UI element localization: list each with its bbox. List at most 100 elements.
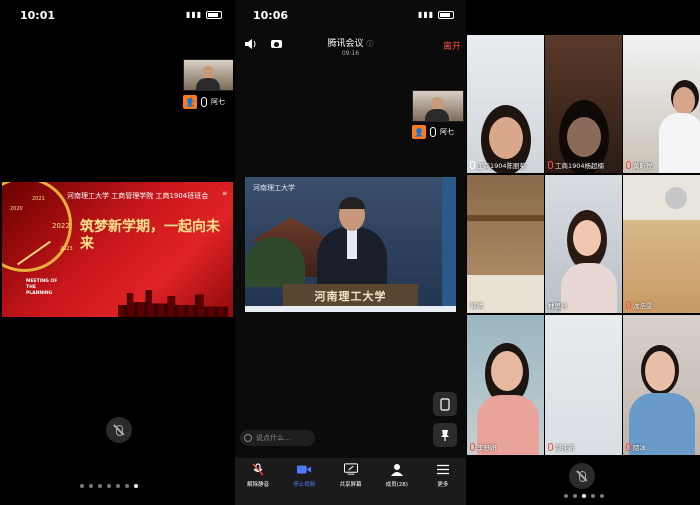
participant-tile[interactable]: 工商1904杨超楠 xyxy=(545,35,622,173)
participant-label: 郭晴 xyxy=(470,302,483,310)
skyline-graphic xyxy=(118,290,228,317)
participant-label: 工商1904杨超楠 xyxy=(548,160,604,170)
slide-menu-icon: ≡ xyxy=(221,190,227,197)
page-dot xyxy=(573,494,577,498)
participant-tile[interactable]: 工商1904陈丽菊 xyxy=(467,35,544,173)
page-dot-active xyxy=(582,494,586,498)
battery-icon xyxy=(205,10,222,19)
mic-icon xyxy=(201,97,207,107)
participant-tile[interactable]: 邵佳新 xyxy=(545,315,622,455)
meeting-toolbar: 解除静音 停止视频 共享屏幕 成员(28) 更多 xyxy=(235,458,466,505)
mic-off-icon xyxy=(626,301,631,309)
mic-off-button[interactable] xyxy=(106,417,132,443)
chat-input[interactable]: 说点什么... xyxy=(240,430,315,446)
slide-title: 筑梦新学期，一起向未来 xyxy=(80,219,220,252)
self-name: 阿七 xyxy=(440,128,454,136)
windows-taskbar xyxy=(245,306,456,312)
shared-video: 河南理工大学 河南理工大学 xyxy=(245,177,456,312)
self-nameplate: 👤 阿七 xyxy=(183,94,225,110)
participant-label: 工商1904陈丽菊 xyxy=(470,160,526,170)
page-indicator xyxy=(564,494,604,498)
slide-year: 2020 xyxy=(10,206,23,212)
page-dot-active xyxy=(134,484,138,488)
rotate-screen-button[interactable] xyxy=(433,392,457,416)
self-video-thumbnail[interactable] xyxy=(412,90,464,122)
page-dot xyxy=(89,484,93,488)
status-time: 10:06 xyxy=(253,9,289,22)
slide-year: 2021 xyxy=(32,196,45,202)
page-dot xyxy=(107,484,111,488)
status-icons: ▮▮▮ xyxy=(418,10,454,19)
mic-off-icon xyxy=(626,443,631,451)
phone-screen-1: 10:01 ▮▮▮ 👤 阿七 2020 2021 2022 2023 河南理工大… xyxy=(0,0,233,505)
unmute-button[interactable]: 解除静音 xyxy=(235,458,281,505)
mic-icon xyxy=(470,161,475,169)
mic-off-icon xyxy=(470,443,475,451)
speaker-person xyxy=(317,197,387,289)
toolbar-label: 停止视频 xyxy=(293,482,316,488)
participant-label: 林思含 xyxy=(548,302,568,310)
avatar: 👤 xyxy=(183,95,197,109)
members-icon xyxy=(390,463,403,476)
pin-button[interactable] xyxy=(433,423,457,447)
toolbar-label: 解除静音 xyxy=(247,482,270,488)
phone-icon xyxy=(440,397,450,411)
self-video-thumbnail[interactable] xyxy=(183,59,233,91)
school-logo: 河南理工大学 xyxy=(253,184,295,192)
avatar: 👤 xyxy=(412,125,426,139)
stop-video-button[interactable]: 停止视频 xyxy=(281,458,327,505)
status-icons: ▮▮▮ xyxy=(186,10,222,19)
page-dot xyxy=(80,484,84,488)
participant-tile[interactable]: 陌冰 xyxy=(623,315,700,455)
mic-off-icon xyxy=(252,462,264,475)
slide-subtitle: MEETING OF THE PLANNING xyxy=(26,279,58,296)
more-button[interactable]: 更多 xyxy=(420,458,466,505)
participant-tile[interactable]: 郭晴 xyxy=(467,175,544,313)
battery-icon xyxy=(437,10,454,19)
participant-tile[interactable]: 李舒妍 xyxy=(467,315,544,455)
mic-off-icon xyxy=(548,443,553,451)
mic-icon xyxy=(430,127,436,137)
participant-label: 陌冰 xyxy=(626,442,646,452)
page-dot xyxy=(98,484,102,488)
self-nameplate: 👤 阿七 xyxy=(412,124,454,140)
participant-label: 黄昕悦 xyxy=(626,160,653,170)
phone-screen-2: 10:06 ▮▮▮ 腾讯会议 ⓘ 09:16 离开 👤 阿七 河南理工大学 河南… xyxy=(235,0,466,505)
toolbar-label: 成员(28) xyxy=(385,482,408,488)
page-dot xyxy=(125,484,129,488)
meeting-elapsed-time: 09:16 xyxy=(341,50,360,57)
toolbar-label: 共享屏幕 xyxy=(339,482,362,488)
leave-button[interactable]: 离开 xyxy=(443,39,461,52)
emoji-icon[interactable] xyxy=(244,434,252,442)
participant-grid: 工商1904陈丽菊 工商1904杨超楠 黄昕悦 郭晴 林思含 沈浩雯 李舒妍 邵… xyxy=(467,35,700,455)
self-name: 阿七 xyxy=(211,98,225,106)
page-dot xyxy=(591,494,595,498)
mic-off-button[interactable] xyxy=(569,463,595,489)
participant-tile[interactable]: 林思含 xyxy=(545,175,622,313)
more-icon xyxy=(436,464,449,474)
status-time: 10:01 xyxy=(20,9,56,22)
participant-tile[interactable]: 黄昕悦 xyxy=(623,35,700,173)
pin-icon xyxy=(441,429,449,441)
share-screen-button[interactable]: 共享屏幕 xyxy=(327,458,373,505)
video-camera-icon xyxy=(297,465,312,473)
mic-off-icon xyxy=(626,161,631,169)
screen-share-icon xyxy=(343,463,358,475)
desk-sign: 河南理工大学 xyxy=(283,284,418,308)
participant-label: 邵佳新 xyxy=(548,442,575,452)
participant-label: 沈浩雯 xyxy=(626,300,653,310)
participant-tile[interactable]: 沈浩雯 xyxy=(623,175,700,313)
info-icon: ⓘ xyxy=(366,40,374,48)
participant-label: 李舒妍 xyxy=(470,442,497,452)
page-dot xyxy=(116,484,120,488)
slide-year: 2022 xyxy=(52,222,70,230)
page-indicator xyxy=(80,484,138,488)
shared-slide: 2020 2021 2022 2023 河南理工大学 工商管理学院 工商1904… xyxy=(2,182,233,317)
slide-heading: 河南理工大学 工商管理学院 工商1904班班会 xyxy=(67,192,209,200)
phone-screen-3: 工商1904陈丽菊 工商1904杨超楠 黄昕悦 郭晴 林思含 沈浩雯 李舒妍 邵… xyxy=(467,0,700,505)
toolbar-label: 更多 xyxy=(437,482,449,488)
pillar-graphic xyxy=(442,177,456,312)
meeting-title[interactable]: 腾讯会议 ⓘ xyxy=(235,36,466,49)
members-button[interactable]: 成员(28) xyxy=(374,458,420,505)
page-dot xyxy=(564,494,568,498)
